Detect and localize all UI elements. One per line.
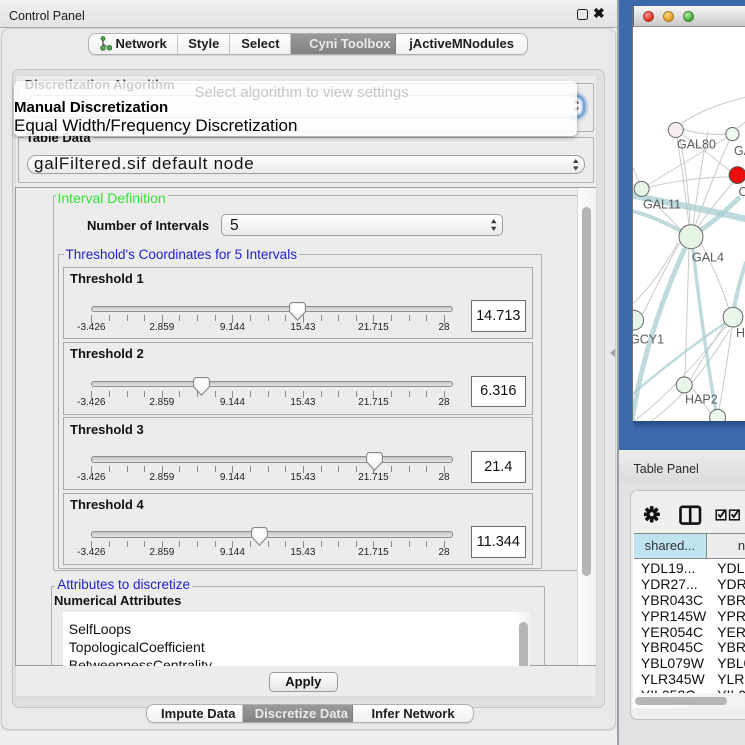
svg-text:HAP2: HAP2 <box>685 393 718 407</box>
svg-text:GAL4: GAL4 <box>692 251 724 265</box>
svg-text:H: H <box>736 326 745 340</box>
svg-text:GAL80: GAL80 <box>677 138 716 152</box>
svg-text:GAL11: GAL11 <box>643 198 681 212</box>
svg-text:GCY1: GCY1 <box>633 332 664 346</box>
svg-text:C: C <box>739 185 745 199</box>
svg-text:GA: GA <box>734 144 745 158</box>
